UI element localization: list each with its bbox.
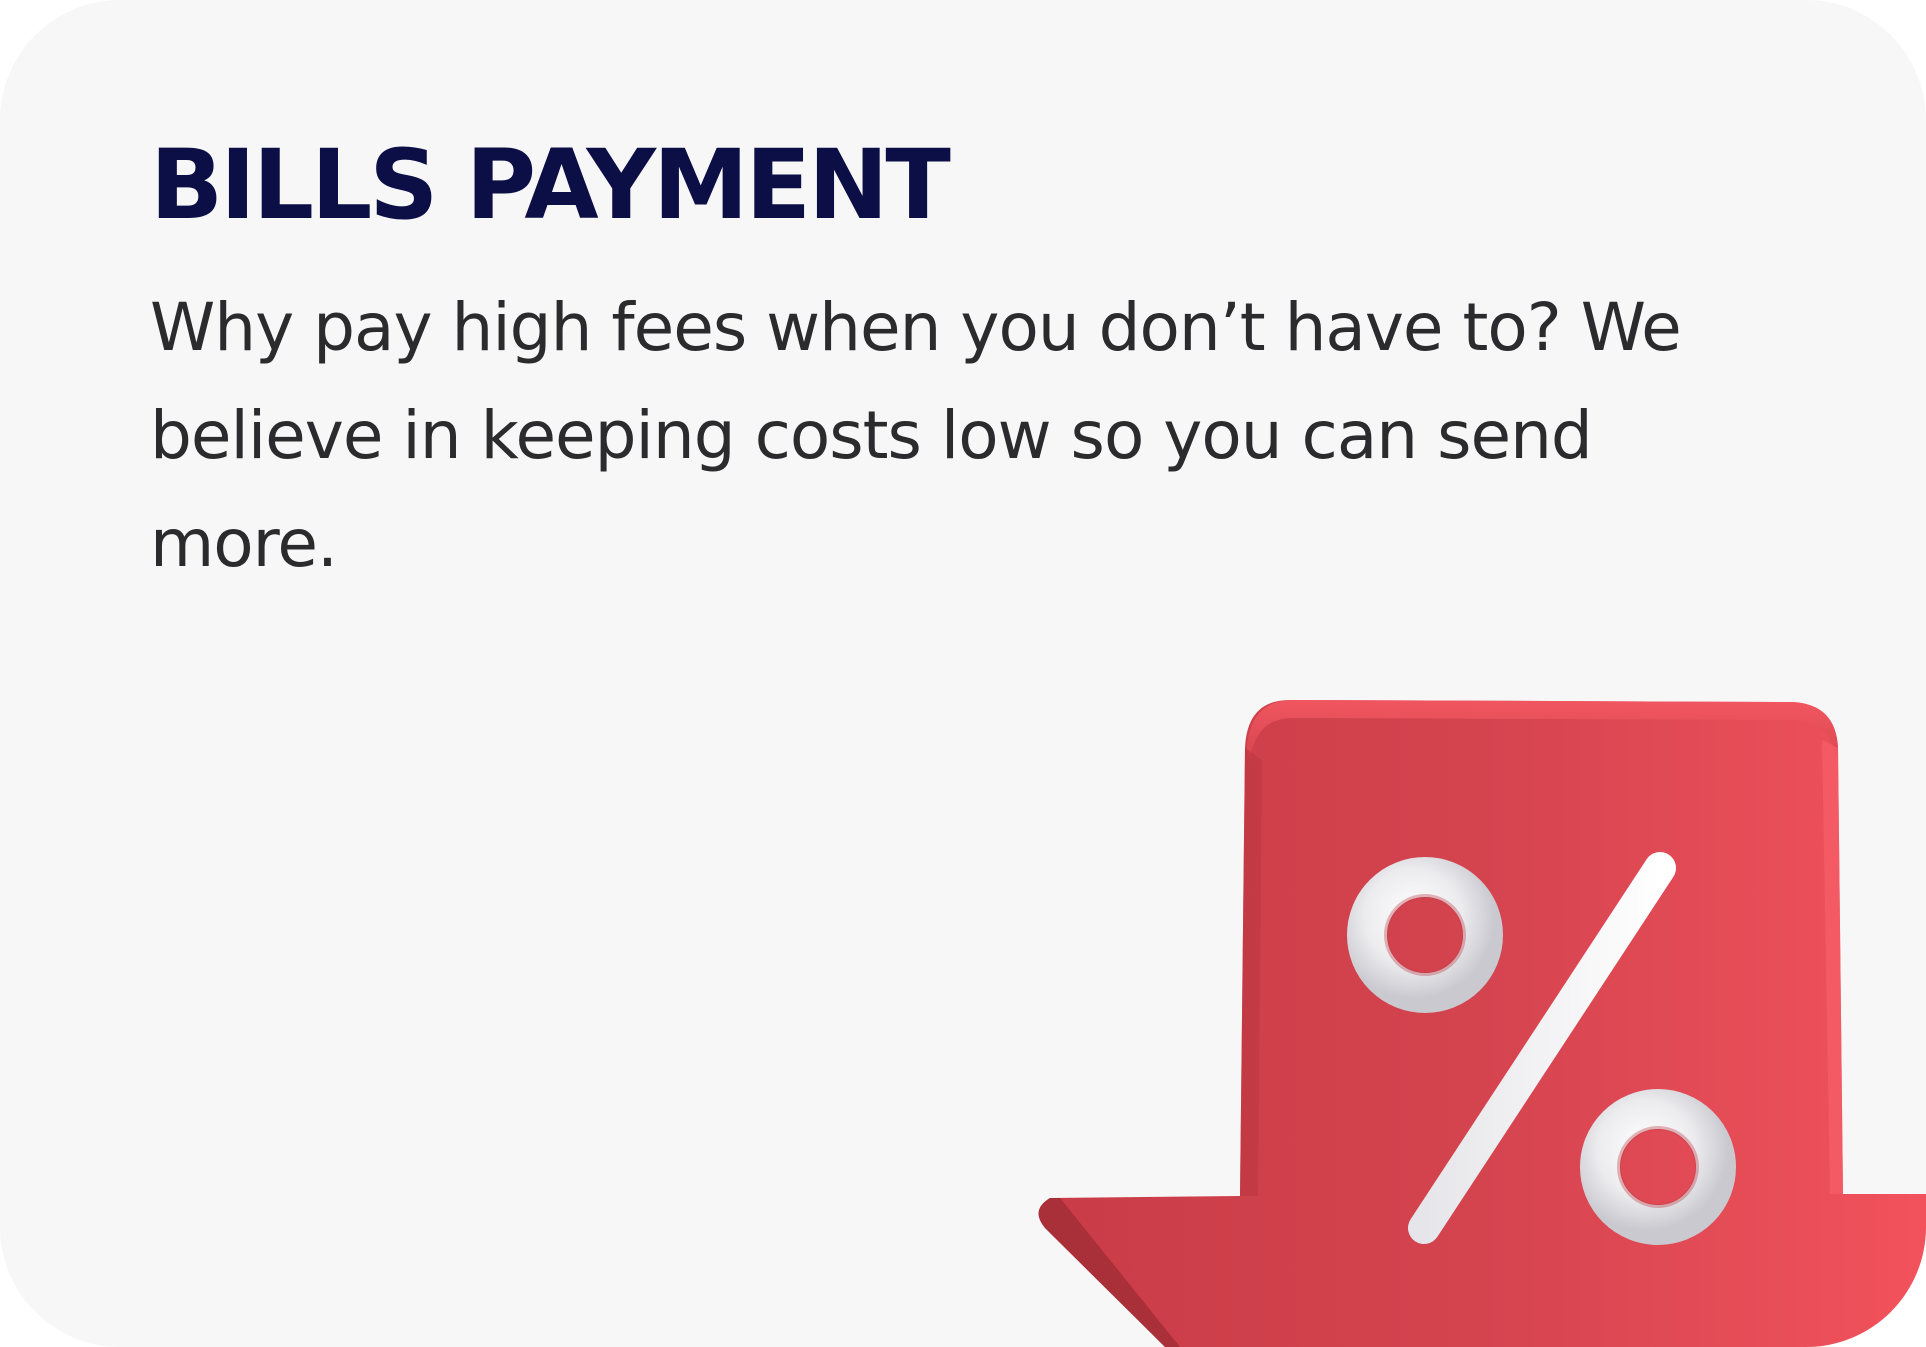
percent-down-arrow-icon [1038, 700, 1926, 1347]
bills-payment-card: BILLS PAYMENT Why pay high fees when you… [0, 0, 1926, 1347]
down-arrow-shape [1038, 700, 1926, 1347]
